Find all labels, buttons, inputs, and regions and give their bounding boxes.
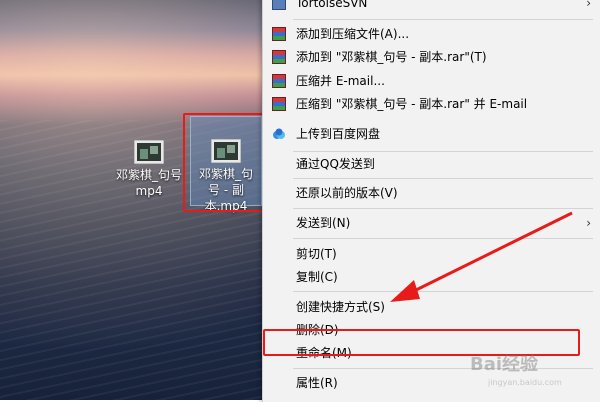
chevron-right-icon: › (586, 216, 591, 230)
menu-item-label: 压缩到 "邓紫棋_句号 - 副本.rar" 并 E-mail (296, 97, 528, 111)
file-label-line1: 邓紫棋_句号 (115, 168, 182, 182)
menu-item-add-to-rar[interactable]: 添加到 "邓紫棋_句号 - 副本.rar"(T) (263, 46, 600, 68)
winrar-icon (272, 27, 286, 41)
menu-item-send-to[interactable]: 发送到(N) › (263, 212, 600, 234)
menu-item-label: 复制(C) (296, 270, 338, 284)
file-highlight-box (183, 113, 265, 212)
menu-item-upload-baidu[interactable]: 上传到百度网盘 (263, 123, 600, 145)
menu-item-label: 剪切(T) (296, 247, 337, 261)
menu-item-tortoisesvn[interactable]: TortoiseSVN › (263, 0, 600, 14)
menu-item-label: 上传到百度网盘 (296, 127, 381, 141)
menu-item-add-to-archive[interactable]: 添加到压缩文件(A)... (263, 23, 600, 45)
menu-item-label: 创建快捷方式(S) (296, 300, 385, 314)
file-label-line2: mp4 (135, 184, 163, 198)
menu-separator (293, 208, 593, 209)
video-thumbnail-icon (134, 140, 164, 164)
menu-item-cut[interactable]: 剪切(T) (263, 243, 600, 265)
menu-item-restore-versions[interactable]: 还原以前的版本(V) (263, 182, 600, 204)
menu-item-compress-rar-email[interactable]: 压缩到 "邓紫棋_句号 - 副本.rar" 并 E-mail (263, 93, 600, 115)
menu-item-label: TortoiseSVN (296, 0, 368, 10)
winrar-icon (272, 97, 286, 111)
menu-separator (293, 151, 593, 152)
menu-item-compress-email[interactable]: 压缩并 E-mail... (263, 70, 600, 92)
chevron-right-icon: › (586, 0, 591, 10)
menu-item-send-via-qq[interactable]: 通过QQ发送到 (263, 153, 600, 175)
watermark-url: jingyan.baidu.com (488, 378, 562, 387)
menu-item-label: 压缩并 E-mail... (296, 74, 385, 88)
menu-item-copy[interactable]: 复制(C) (263, 266, 600, 288)
watermark-logo: Bai经验 (470, 354, 539, 375)
svn-icon (272, 0, 286, 10)
baidu-netdisk-icon (273, 128, 285, 139)
menu-separator (293, 178, 593, 179)
file-icon-original[interactable]: 邓紫棋_句号 mp4 (110, 140, 188, 199)
menu-item-label: 发送到(N) (296, 216, 351, 230)
menu-item-label: 属性(R) (296, 376, 338, 390)
winrar-icon (272, 74, 286, 88)
menu-item-label: 添加到 "邓紫棋_句号 - 副本.rar"(T) (296, 50, 487, 64)
winrar-icon (272, 50, 286, 64)
menu-item-label: 还原以前的版本(V) (296, 186, 398, 200)
menu-separator (293, 19, 593, 20)
menu-item-label: 添加到压缩文件(A)... (296, 27, 410, 41)
menu-separator (293, 238, 593, 239)
menu-item-label: 通过QQ发送到 (296, 157, 375, 171)
menu-separator (293, 368, 593, 369)
menu-separator (293, 291, 593, 292)
menu-item-create-shortcut[interactable]: 创建快捷方式(S) (263, 296, 600, 318)
